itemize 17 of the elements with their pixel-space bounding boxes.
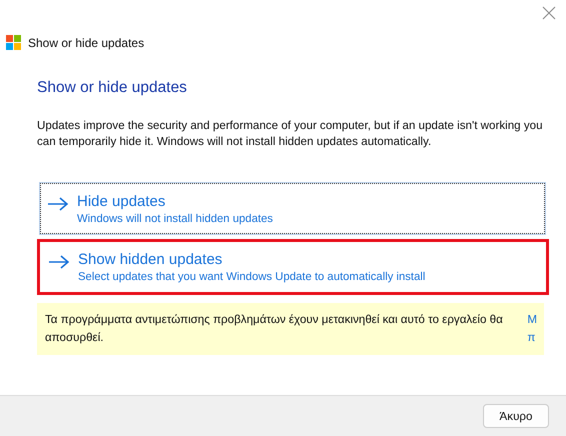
option-title: Show hidden updates	[78, 251, 224, 268]
option-subtitle: Select updates that you want Windows Update to automatically install	[78, 271, 426, 283]
cancel-button[interactable]: Άκυρο	[483, 404, 549, 428]
arrow-icon	[48, 255, 70, 269]
notice-link[interactable]: π	[527, 329, 537, 347]
window-title: Show or hide updates	[28, 36, 144, 50]
arrow-icon	[47, 197, 69, 211]
description-text: Updates improve the security and performance of your computer, but if an update isn't working you can temporarily hide it. Windows will not install hidden updates automatically.	[37, 118, 544, 150]
notice-text: Τα προγράμματα αντιμετώπισης προβλημάτων έχουν μετακινηθεί και αυτό το εργαλείο θα αποσυρθεί.	[45, 312, 504, 346]
page-heading: Show or hide updates	[37, 79, 188, 97]
option-link[interactable]: Show hidden updates Select updates that you want Windows Update to automatically install	[37, 239, 549, 295]
close-icon[interactable]	[542, 6, 556, 20]
option-subtitle: Windows will not install hidden updates	[77, 213, 273, 225]
option-title: Hide updates	[77, 193, 166, 210]
logo-icon	[6, 35, 21, 50]
notice-link[interactable]: Μ	[527, 311, 537, 329]
option-link[interactable]: Hide updates Windows will not install hidden updates	[40, 183, 545, 234]
